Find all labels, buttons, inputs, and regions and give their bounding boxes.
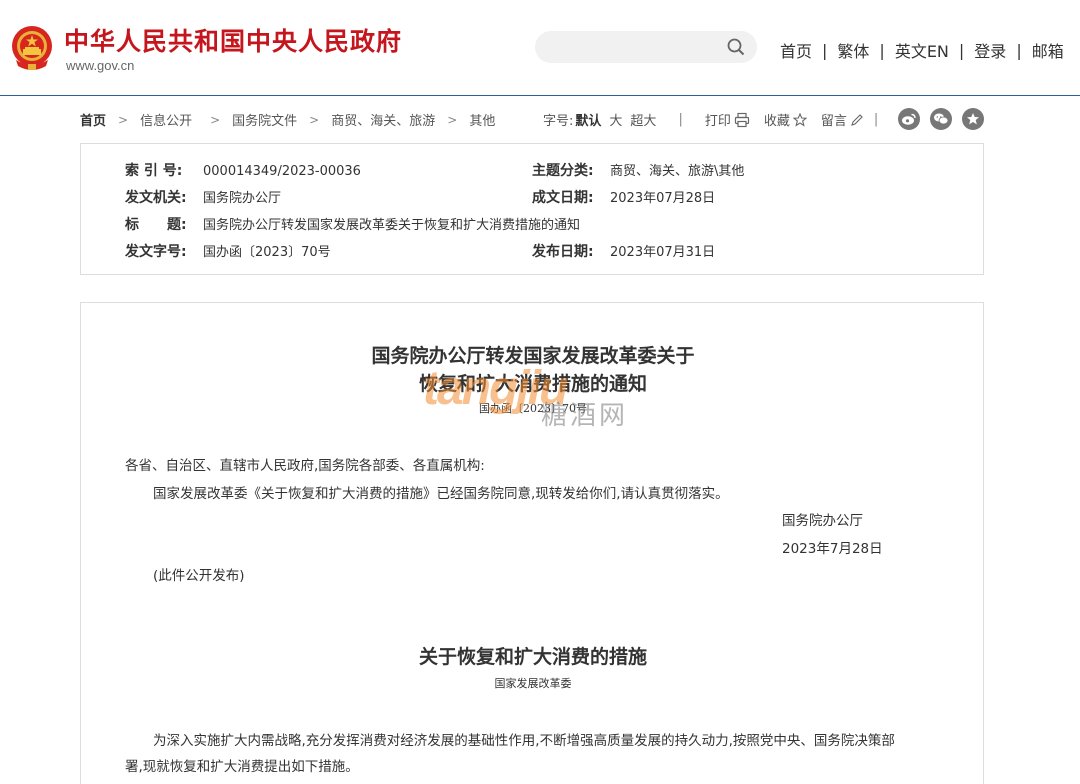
weibo-icon (902, 113, 916, 125)
national-emblem-icon[interactable] (10, 24, 54, 72)
share-buttons (898, 108, 984, 130)
search-icon[interactable] (727, 38, 745, 56)
nav-separator: | (958, 40, 965, 60)
info-issuer-label: 发文机关: (125, 190, 187, 206)
section-paragraph-line-2: 署,现就恢复和扩大消费提出如下措施。 (125, 759, 359, 775)
font-large-button[interactable]: 大 (609, 110, 622, 129)
info-index-value: 000014349/2023-00036 (203, 164, 361, 179)
info-issuer-row: 发文机关: 国务院办公厅 (125, 187, 281, 207)
chevron-right-icon: > (447, 112, 458, 127)
info-written-date-row: 成文日期: 2023年07月28日 (532, 187, 715, 207)
breadcrumb-row: 首页 > 信息公开 > 国务院文件 > 商贸、海关、旅游 > 其他 字号: 默认… (80, 108, 990, 130)
site-url[interactable]: www.gov.cn (66, 58, 134, 73)
breadcrumb-info-public[interactable]: 信息公开 (140, 110, 192, 129)
breadcrumb-trade-customs[interactable]: 商贸、海关、旅游 (331, 110, 435, 129)
star-icon (967, 113, 979, 125)
top-nav: 首页 | 繁体 | 英文EN | 登录 | 邮箱 (780, 38, 1064, 62)
info-title-row: 标 题: 国务院办公厅转发国家发展改革委关于恢复和扩大消费措施的通知 (125, 214, 580, 234)
info-title-label: 标 题: (125, 217, 187, 233)
info-doc-number-label: 发文字号: (125, 244, 187, 260)
site-title[interactable]: 中华人民共和国中央人民政府 (64, 22, 402, 58)
site-header: 中华人民共和国中央人民政府 www.gov.cn 首页 | 繁体 | 英文EN … (0, 0, 1080, 96)
document-title-line-1: 国务院办公厅转发国家发展改革委关于 (371, 345, 695, 367)
chevron-right-icon: > (210, 112, 221, 127)
breadcrumb-other[interactable]: 其他 (469, 110, 495, 129)
info-publish-date-row: 发布日期: 2023年07月31日 (532, 241, 715, 261)
info-topic-row: 主题分类: 商贸、海关、旅游\其他 (532, 160, 744, 180)
print-button[interactable]: 打印 (705, 110, 731, 129)
printer-icon[interactable] (734, 112, 750, 128)
favorites-share-button[interactable] (962, 108, 984, 130)
document-title-line-2: 恢复和扩大消费措施的通知 (418, 373, 647, 395)
section-author: 国家发展改革委 (494, 677, 572, 690)
info-index-label: 索 引 号: (125, 163, 183, 179)
chevron-right-icon: > (118, 112, 129, 127)
document-signer: 国务院办公厅 (782, 513, 863, 529)
chevron-right-icon: > (309, 112, 320, 127)
document-sign-date: 2023年7月28日 (782, 541, 883, 557)
font-default-button[interactable]: 默认 (575, 110, 601, 129)
info-title-value: 国务院办公厅转发国家发展改革委关于恢复和扩大消费措施的通知 (203, 218, 581, 233)
nav-separator: | (822, 40, 828, 60)
nav-traditional[interactable]: 繁体 (837, 38, 869, 62)
favorite-button[interactable]: 收藏 (764, 110, 790, 129)
document-public-note: (此件公开发布) (153, 568, 245, 584)
nav-mailbox[interactable]: 邮箱 (1032, 38, 1064, 62)
section-paragraph-line-1: 为深入实施扩大内需战略,充分发挥消费对经济发展的基础性作用,不断增强高质量发展的… (153, 733, 895, 749)
document-number: 国办函〔2023〕70号 (479, 402, 587, 415)
wechat-share-button[interactable] (930, 108, 952, 130)
breadcrumb: 首页 > 信息公开 > 国务院文件 > 商贸、海关、旅游 > 其他 (80, 110, 495, 130)
breadcrumb-home[interactable]: 首页 (80, 110, 106, 129)
wechat-icon (934, 113, 949, 125)
nav-english[interactable]: 英文EN (895, 38, 949, 62)
breadcrumb-state-council-docs[interactable]: 国务院文件 (232, 110, 297, 129)
info-written-date-value: 2023年07月28日 (610, 191, 716, 206)
section-title: 关于恢复和扩大消费的措施 (418, 646, 647, 668)
info-publish-date-value: 2023年07月31日 (610, 245, 716, 260)
document-body: 国家发展改革委《关于恢复和扩大消费的措施》已经国务院同意,现转发给你们,请认真贯… (153, 486, 729, 502)
info-issuer-value: 国务院办公厅 (203, 191, 282, 206)
tools-separator: | (678, 112, 683, 127)
nav-separator: | (1016, 40, 1022, 60)
pencil-icon[interactable] (850, 113, 864, 127)
document-info-box: 索 引 号: 000014349/2023-00036 主题分类: 商贸、海关、旅游… (80, 143, 984, 275)
info-index-row: 索 引 号: 000014349/2023-00036 (125, 160, 361, 180)
page-tools: 字号: 默认 大 超大 | 打印 收藏 留言 | (543, 110, 892, 129)
info-topic-value: 商贸、海关、旅游\其他 (610, 164, 745, 179)
nav-separator: | (879, 40, 885, 60)
info-doc-number-row: 发文字号: 国办函〔2023〕70号 (125, 241, 331, 261)
document-content: 国务院办公厅转发国家发展改革委关于 恢复和扩大消费措施的通知 国办函〔2023〕… (80, 302, 984, 784)
weibo-share-button[interactable] (898, 108, 920, 130)
star-icon[interactable] (792, 112, 807, 127)
font-size-label: 字号: (543, 114, 574, 129)
info-written-date-label: 成文日期: (532, 190, 594, 206)
info-publish-date-label: 发布日期: (532, 244, 594, 260)
nav-login[interactable]: 登录 (974, 38, 1006, 62)
search-input[interactable] (535, 31, 757, 63)
tools-separator: | (873, 112, 879, 127)
font-xlarge-button[interactable]: 超大 (630, 110, 656, 129)
info-topic-label: 主题分类: (532, 163, 594, 179)
info-doc-number-value: 国办函〔2023〕70号 (203, 245, 331, 260)
nav-home[interactable]: 首页 (780, 38, 812, 62)
comment-button[interactable]: 留言 (821, 110, 847, 129)
document-salutation: 各省、自治区、直辖市人民政府,国务院各部委、各直属机构: (125, 458, 485, 474)
